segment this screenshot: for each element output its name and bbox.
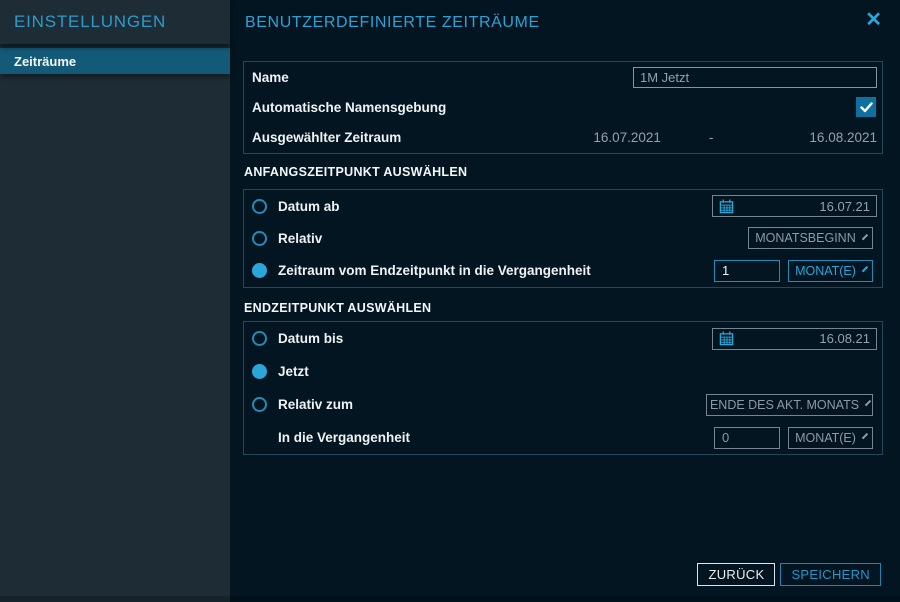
relative-end-value: ENDE DES AKT. MONATS: [710, 398, 859, 412]
save-button[interactable]: SPEICHERN: [780, 563, 881, 586]
checkmark-icon: [860, 102, 873, 113]
relative-end-radio[interactable]: [252, 397, 267, 412]
relative-end-label: Relativ zum: [278, 397, 353, 412]
name-row: Name: [244, 62, 882, 92]
sidebar-title: EINSTELLUNGEN: [0, 0, 230, 44]
custom-periods-panel: BENUTZERDEFINIERTE ZEITRÄUME ✕ Name Auto…: [230, 0, 900, 602]
relative-start-radio[interactable]: [252, 231, 267, 246]
chevron-down-icon: [862, 266, 868, 272]
span-amount-input[interactable]: [714, 260, 780, 282]
dialog-title: BENUTZERDEFINIERTE ZEITRÄUME: [245, 14, 540, 32]
period-end-value: 16.08.2021: [809, 130, 877, 145]
span-unit-value: MONAT(E): [795, 264, 856, 278]
past-label: In die Vergangenheit: [278, 430, 410, 445]
name-label: Name: [252, 70, 289, 85]
auto-naming-checkbox[interactable]: [856, 97, 876, 117]
relative-start-row: Relativ MONATSBEGINN: [244, 222, 882, 254]
span-past-radio[interactable]: [252, 263, 267, 278]
date-from-row: Datum ab 16.07.21: [244, 190, 882, 222]
chevron-down-icon: [862, 234, 868, 240]
name-input[interactable]: [633, 67, 877, 88]
close-button[interactable]: ✕: [865, 10, 882, 30]
date-to-label: Datum bis: [278, 331, 343, 346]
span-past-row: Zeitraum vom Endzeitpunkt in die Vergang…: [244, 255, 882, 287]
now-row: Jetzt: [244, 355, 882, 388]
past-unit-value: MONAT(E): [795, 431, 856, 445]
span-unit-select[interactable]: MONAT(E): [788, 260, 873, 282]
date-from-label: Datum ab: [278, 199, 340, 214]
period-start-value: 16.07.2021: [593, 130, 661, 145]
period-separator: -: [709, 130, 714, 145]
bottom-strip-right: [230, 596, 900, 602]
app-root: EINSTELLUNGEN Zeiträume BENUTZERDEFINIER…: [0, 0, 900, 602]
relative-start-select[interactable]: MONATSBEGINN: [748, 227, 873, 249]
past-row: In die Vergangenheit MONAT(E): [244, 421, 882, 454]
relative-start-value: MONATSBEGINN: [755, 231, 855, 245]
start-section-box: Datum ab 16.07.21: [243, 189, 883, 288]
date-to-value: 16.08.21: [819, 331, 870, 346]
auto-naming-row: Automatische Namensgebung: [244, 92, 882, 122]
now-label: Jetzt: [278, 364, 309, 379]
selected-period-values: 16.07.2021 - 16.08.2021: [593, 130, 877, 145]
back-button[interactable]: ZURÜCK: [697, 563, 775, 586]
date-to-radio[interactable]: [252, 331, 267, 346]
past-unit-select[interactable]: MONAT(E): [788, 427, 873, 449]
end-section-title: ENDZEITPUNKT AUSWÄHLEN: [244, 301, 431, 315]
relative-start-label: Relativ: [278, 231, 322, 246]
relative-end-select[interactable]: ENDE DES AKT. MONATS: [706, 394, 873, 416]
start-section-title: ANFANGSZEITPUNKT AUSWÄHLEN: [244, 165, 467, 179]
date-from-radio[interactable]: [252, 199, 267, 214]
general-settings-box: Name Automatische Namensgebung Ausgewähl…: [243, 61, 883, 154]
calendar-icon: [719, 331, 734, 346]
sidebar-item-zeitraeume[interactable]: Zeiträume: [0, 48, 230, 74]
date-from-value: 16.07.21: [819, 199, 870, 214]
sidebar-item-label: Zeiträume: [14, 54, 76, 69]
selected-period-label: Ausgewählter Zeitraum: [252, 130, 401, 145]
bottom-strip-left: [0, 596, 230, 602]
chevron-down-icon: [865, 400, 871, 406]
end-section-box: Datum bis 16.08.21: [243, 321, 883, 455]
settings-sidebar: EINSTELLUNGEN Zeiträume: [0, 0, 230, 602]
sidebar-nav: Zeiträume: [0, 48, 230, 74]
span-past-label: Zeitraum vom Endzeitpunkt in die Vergang…: [278, 263, 591, 278]
auto-naming-label: Automatische Namensgebung: [252, 100, 446, 115]
date-to-row: Datum bis 16.08.21: [244, 322, 882, 355]
now-radio[interactable]: [252, 364, 267, 379]
close-icon: ✕: [865, 9, 882, 31]
dialog-footer: ZURÜCK SPEICHERN: [697, 563, 881, 586]
relative-end-row: Relativ zum ENDE DES AKT. MONATS: [244, 388, 882, 421]
date-to-field[interactable]: 16.08.21: [712, 328, 877, 350]
chevron-down-icon: [862, 433, 868, 439]
selected-period-row: Ausgewählter Zeitraum 16.07.2021 - 16.08…: [244, 123, 882, 153]
calendar-icon: [719, 199, 734, 214]
date-from-field[interactable]: 16.07.21: [712, 195, 877, 217]
past-amount-input[interactable]: [714, 427, 780, 449]
bottom-strip: [0, 596, 900, 602]
